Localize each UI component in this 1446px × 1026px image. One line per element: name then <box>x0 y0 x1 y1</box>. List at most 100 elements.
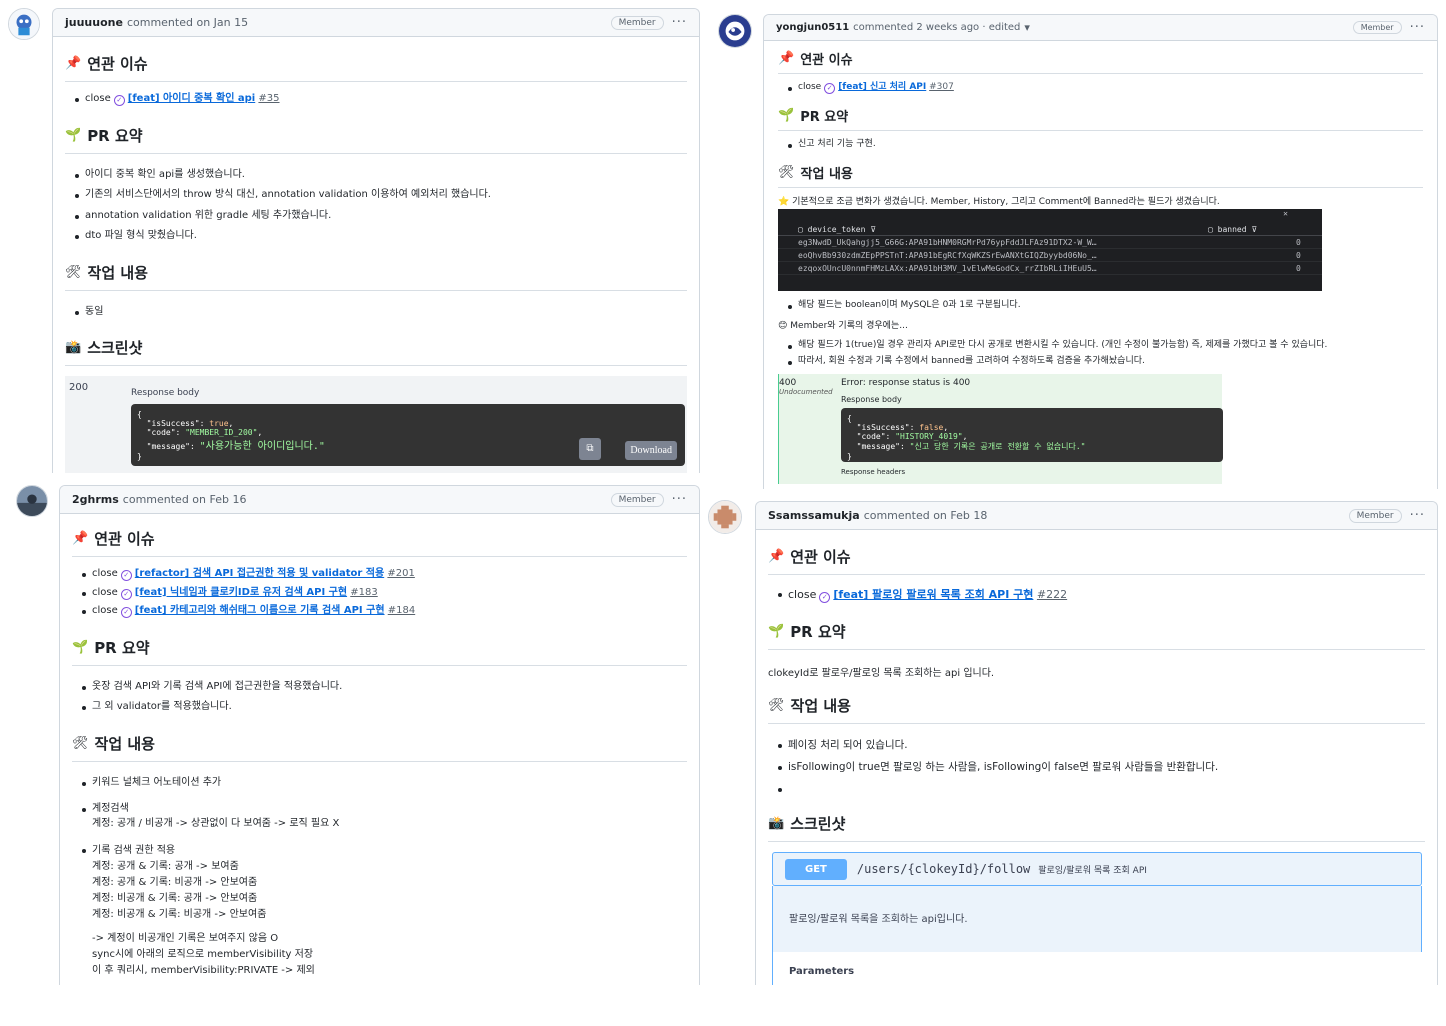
section-heading: 🌱 PR 요약 <box>72 625 687 666</box>
section-heading: 📌 연관 이슈 <box>65 39 687 82</box>
parameters-tab[interactable]: Parameters <box>789 966 854 977</box>
list-item: 신고 처리 기능 구현. <box>788 138 1423 151</box>
column-header: ▢ banned ⊽ <box>1208 224 1258 234</box>
work-list: 동일 <box>65 305 687 320</box>
pushpin-icon: 📌 <box>65 56 82 71</box>
filter-icon: ⊽ <box>1251 224 1258 234</box>
camera-icon: 📸 <box>65 340 82 355</box>
copy-icon[interactable]: ⧉ <box>579 438 601 460</box>
comment-header: yongjun0511 commented 2 weeks ago · edit… <box>764 15 1437 41</box>
comment-header: 2ghrms commented on Feb 16 Member ··· <box>60 486 699 514</box>
issue-link[interactable]: [feat] 카테고리와 해쉬태그 이름으로 기록 검색 API 구현 <box>135 605 385 616</box>
comment-author[interactable]: juuuuone <box>65 16 123 29</box>
member-badge: Member <box>1348 508 1402 523</box>
issue-link[interactable]: [feat] 닉네임과 클로키ID로 유저 검색 API 구현 <box>135 587 347 598</box>
avatar[interactable] <box>16 485 48 517</box>
section-heading: 🛠 작업 내용 <box>778 157 1423 189</box>
get-method-badge: GET <box>785 858 847 880</box>
seedling-icon: 🌱 <box>65 127 82 143</box>
issue-link[interactable]: [feat] 아이디 중복 확인 api <box>128 93 255 104</box>
issue-number[interactable]: #35 <box>258 93 279 104</box>
endpoint-path: /users/{clokeyId}/follow <box>856 862 1031 877</box>
comment-meta[interactable]: commented on Jan 15 <box>127 16 248 29</box>
tools-icon: 🛠 <box>768 698 785 713</box>
chevron-down-icon[interactable]: ▾ <box>1024 21 1030 34</box>
issue-list: close ✓ [feat] 신고 처리 API #307 <box>778 81 1423 94</box>
check-circle-icon: ✓ <box>819 592 831 603</box>
comment-author[interactable]: yongjun0511 <box>776 22 849 33</box>
list-item: 계정검색 계정: 공개 / 비공개 -> 상관없이 다 보여줌 -> 로직 필요 … <box>82 802 687 831</box>
comment-card: 2ghrms commented on Feb 16 Member ··· 📌 연… <box>59 485 700 985</box>
summary-text: clokeyId로 팔로우/팔로잉 목록 조회하는 api 입니다. <box>768 668 995 679</box>
issue-number[interactable]: #307 <box>929 82 954 92</box>
star-icon: ⭐ <box>778 197 790 208</box>
work-list: 키워드 널체크 어노테이션 추가 계정검색 계정: 공개 / 비공개 -> 상관없… <box>72 776 687 980</box>
pushpin-icon: 📌 <box>768 549 785 564</box>
section-heading: 🌱 PR 요약 <box>65 113 687 154</box>
member-badge: Member <box>610 492 664 507</box>
response-label: Response body <box>131 388 200 398</box>
table-row: eoQhvBb930zdmZEpPPSTnT:APA91bEgRCfXqWKZS… <box>778 249 1322 263</box>
screenshot-image: 400 Undocumented Error: response status … <box>778 374 1223 485</box>
list-item: 기록 검색 권한 적용 계정: 공개 & 기록: 공개 -> 보여줌 계정: 공개 … <box>82 843 687 979</box>
section-heading: 🛠 작업 내용 <box>72 721 687 762</box>
list-item: close ✓ [feat] 아이디 중복 확인 api #35 <box>75 92 687 107</box>
avatar[interactable] <box>8 8 40 40</box>
response-body: { "isSuccess": false, "code": "HISTORY_4… <box>841 408 1223 463</box>
list-item: annotation validation 위한 gradle 세팅 추가했습니… <box>75 209 687 224</box>
list-item: 키워드 널체크 어노테이션 추가 <box>82 776 687 791</box>
section-heading: 📸 스크린샷 <box>768 801 1425 843</box>
comment-author[interactable]: Ssamssamukja <box>768 509 860 522</box>
comment-author[interactable]: 2ghrms <box>72 493 119 506</box>
avatar[interactable] <box>708 500 742 534</box>
list-item: 아이디 중복 확인 api를 생성했습니다. <box>75 168 687 183</box>
list-item: close ✓ [feat] 신고 처리 API #307 <box>788 81 1423 94</box>
close-icon: ✕ <box>1283 209 1288 219</box>
database-table-image: ✕ ▢ device_token ⊽ ▢ banned ⊽ eg3NwdD_Uk… <box>778 209 1322 292</box>
member-badge: Member <box>610 15 664 30</box>
tools-icon: 🛠 <box>65 264 82 280</box>
issue-link[interactable]: [feat] 신고 처리 API <box>838 82 926 92</box>
summary-list: 아이디 중복 확인 api를 생성했습니다. 기존의 서비스단에서의 throw… <box>65 168 687 244</box>
section-heading: 🛠 작업 내용 <box>65 250 687 291</box>
comment-meta[interactable]: commented on Feb 18 <box>864 509 988 522</box>
kebab-menu-icon[interactable]: ··· <box>1410 20 1425 35</box>
list-item: 그 외 validator를 적용했습니다. <box>82 700 687 715</box>
issue-number[interactable]: #184 <box>388 605 415 616</box>
issue-list: close ✓ [feat] 아이디 중복 확인 api #35 <box>65 92 687 107</box>
table-row: eg3NwdD_UkQahgjj5_G66G:APA91bHNM0RGMrPd7… <box>778 236 1322 250</box>
work-list: 페이징 처리 되어 있습니다. isFollowing이 true면 팔로잉 하… <box>768 738 1425 795</box>
kebab-menu-icon[interactable]: ··· <box>672 15 687 30</box>
comment-meta[interactable]: commented 2 weeks ago · edited <box>853 22 1020 33</box>
section-heading: 🌱 PR 요약 <box>778 100 1423 132</box>
issue-number[interactable]: #222 <box>1037 588 1067 601</box>
avatar[interactable] <box>718 14 752 48</box>
screenshot-image: 200 Response body { "isSuccess": true, "… <box>65 376 687 473</box>
download-button[interactable]: Download <box>625 441 677 460</box>
filter-icon: ⊽ <box>870 224 877 234</box>
issue-number[interactable]: #183 <box>350 587 377 598</box>
pushpin-icon: 📌 <box>72 531 89 546</box>
response-body: { "isSuccess": true, "code": "MEMBER_ID_… <box>131 404 685 466</box>
issue-number[interactable]: #201 <box>387 568 414 579</box>
kebab-menu-icon[interactable]: ··· <box>672 492 687 507</box>
list-item: close ✓ [feat] 닉네임과 클로키ID로 유저 검색 API 구현 #1… <box>82 586 687 601</box>
section-heading: 📌 연관 이슈 <box>768 532 1425 575</box>
issue-link[interactable]: [feat] 팔로잉 팔로워 목록 조회 API 구현 <box>833 588 1033 601</box>
tools-icon: 🛠 <box>778 165 795 181</box>
table-row: ezqoxOUncU0nnmFHMzLAXx:APA91bH3MV_1vElwM… <box>778 262 1322 276</box>
kebab-menu-icon[interactable]: ··· <box>1410 508 1425 523</box>
comment-card: juuuuone commented on Jan 15 Member ··· … <box>52 8 700 473</box>
seedling-icon: 🌱 <box>778 108 795 124</box>
status-code: 200 <box>69 382 89 393</box>
list-item: 동일 <box>75 305 687 320</box>
endpoint-bar: GET /users/{clokeyId}/follow 팔로잉/팔로워 목록 … <box>772 852 1422 887</box>
list-item: 해당 필드가 1(true)일 경우 관리자 API로만 다시 공개로 변환시킬… <box>788 339 1423 352</box>
endpoint-description: 팔로잉/팔로워 목록을 조회하는 api입니다. <box>789 914 968 926</box>
section-heading: 📌 연관 이슈 <box>72 516 687 557</box>
issue-link[interactable]: [refactor] 검색 API 접근권한 적용 및 validator 적용 <box>135 568 384 579</box>
summary-list: 옷장 검색 API와 기록 검색 API에 접근권한을 적용했습니다. 그 외 … <box>72 680 687 715</box>
section-heading: 📸 스크린샷 <box>65 325 687 366</box>
list-item: 해당 필드는 boolean이며 MySQL은 0과 1로 구분됩니다. <box>788 299 1423 312</box>
comment-meta[interactable]: commented on Feb 16 <box>123 493 247 506</box>
